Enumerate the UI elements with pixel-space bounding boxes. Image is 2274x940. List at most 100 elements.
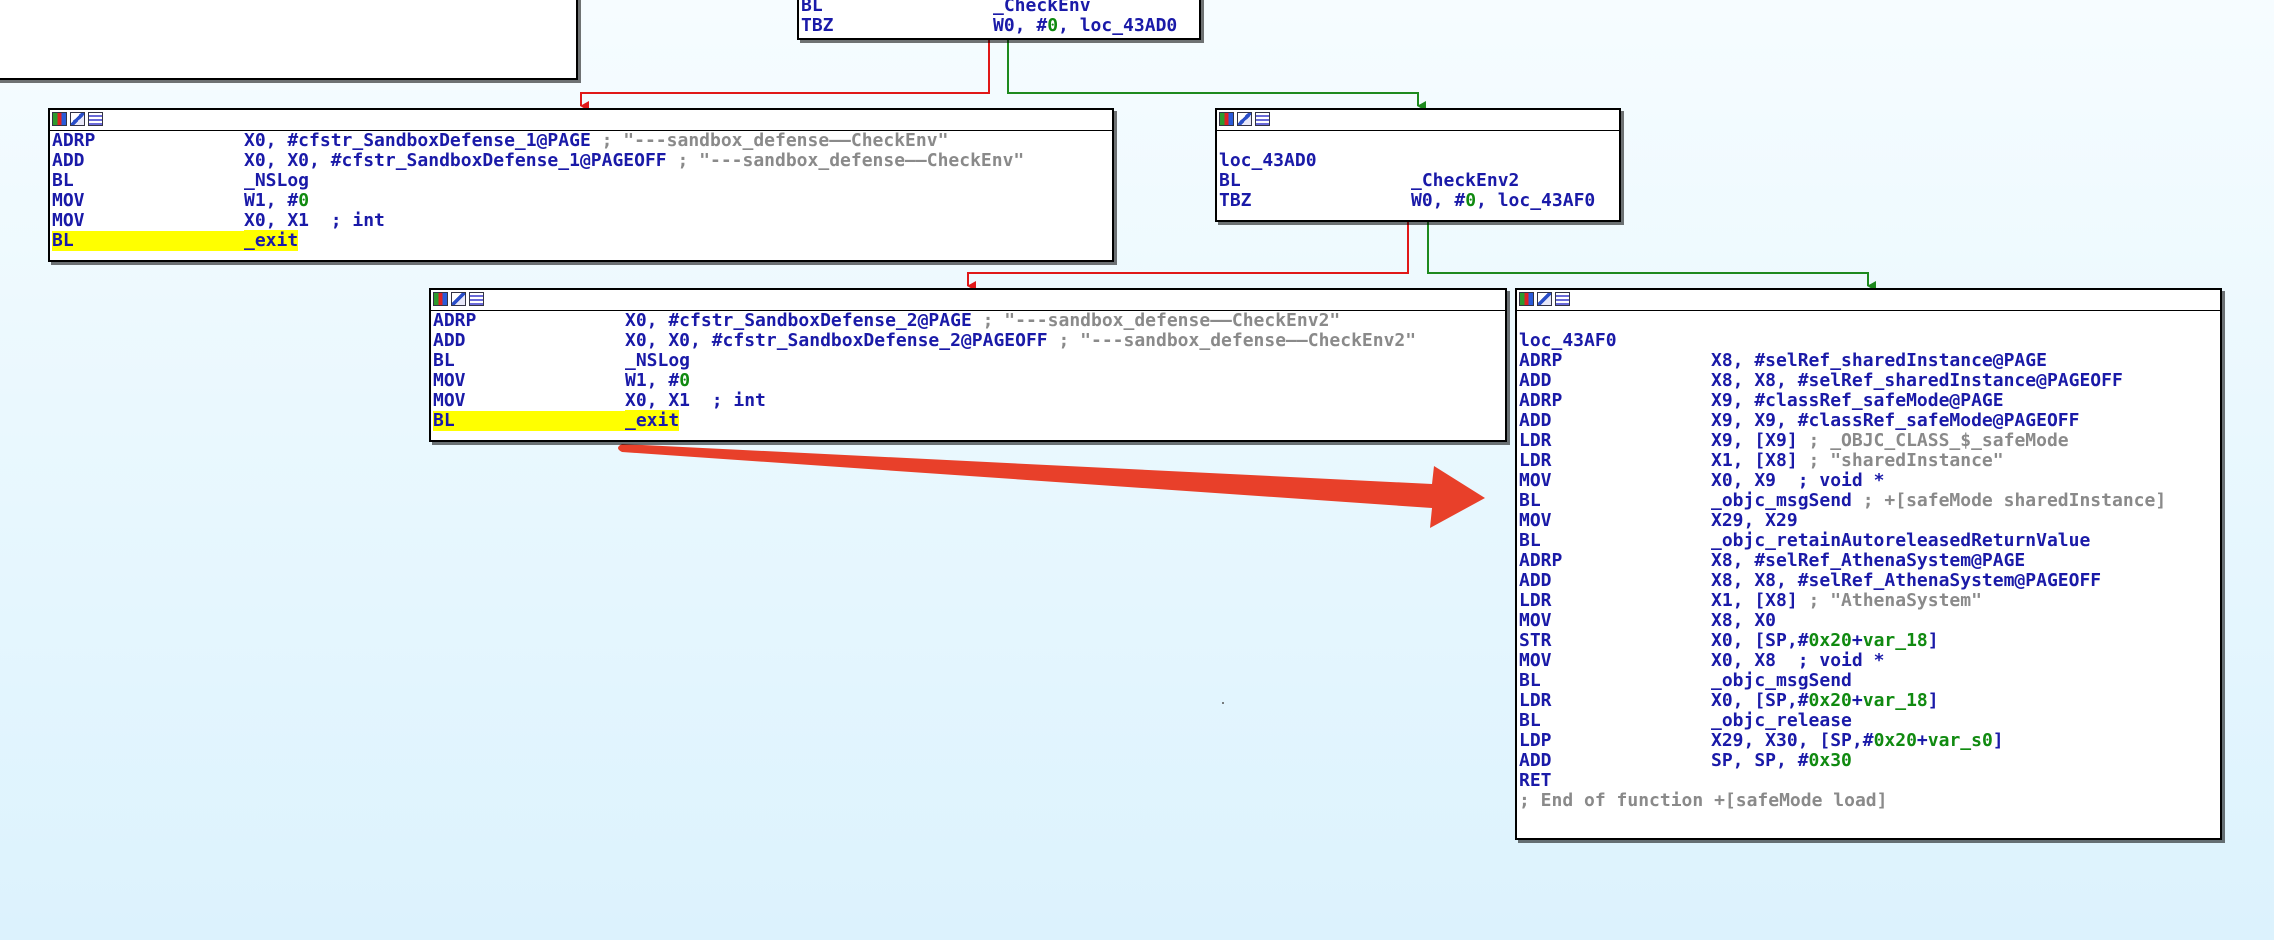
function-end-comment: ; End of function +[safeMode load] xyxy=(1519,790,1888,811)
asm-line[interactable]: ADD X0, X0, #cfstr_SandboxDefense_2@PAGEO… xyxy=(433,331,1503,351)
asm-line[interactable]: LDR X9, [X9] ; _OBJC_CLASS_$_safeMode xyxy=(1519,431,2218,451)
asm-operands[interactable]: W1, #0 xyxy=(625,370,690,391)
asm-operands[interactable]: _CheckEnv2 xyxy=(1411,170,1519,191)
asm-operands[interactable]: W1, #0 xyxy=(244,190,309,211)
asm-operands[interactable]: SP, SP, #0x30 xyxy=(1711,750,1852,771)
asm-operands[interactable]: X1, [X8] xyxy=(1711,450,1798,471)
asm-operands[interactable]: _objc_msgSend xyxy=(1711,670,1852,691)
asm-line[interactable]: BL _CheckEnv2 xyxy=(1219,171,1617,191)
asm-operands[interactable]: X0, X1 xyxy=(625,390,690,411)
asm-line[interactable]: LDR X1, [X8] ; "AthenaSystem" xyxy=(1519,591,2218,611)
asm-line[interactable]: BL _objc_retainAutoreleasedReturnValue xyxy=(1519,531,2218,551)
asm-line[interactable]: BL _NSLog xyxy=(433,351,1503,371)
asm-operands[interactable]: X0, #cfstr_SandboxDefense_2@PAGE xyxy=(625,310,972,331)
asm-operands[interactable]: X0, X0, #cfstr_SandboxDefense_1@PAGEOFF xyxy=(244,150,667,171)
edit-node-icon[interactable] xyxy=(1237,112,1252,126)
asm-operands[interactable]: X0, X9 xyxy=(1711,470,1776,491)
xrefs-icon[interactable] xyxy=(1255,112,1270,126)
node-loc-43ad0[interactable]: loc_43AD0 BL _CheckEnv2 TBZ W0, #0, loc_43A… xyxy=(1215,108,1621,222)
asm-line[interactable]: TBZ W0, #0, loc_43AD0 xyxy=(801,16,1197,36)
asm-operands[interactable]: X29, X30, [SP,#0x20+var_s0] xyxy=(1711,730,2004,751)
asm-operands[interactable]: _exit xyxy=(625,410,680,431)
asm-operands[interactable]: X8, #selRef_AthenaSystem@PAGE xyxy=(1711,550,2025,571)
asm-line[interactable]: BL _NSLog xyxy=(52,171,1110,191)
asm-operands[interactable]: X1, [X8] xyxy=(1711,590,1798,611)
edit-node-icon[interactable] xyxy=(451,292,466,306)
xrefs-icon[interactable] xyxy=(88,112,103,126)
asm-line[interactable]: STR X0, [SP,#0x20+var_18] xyxy=(1519,631,2218,651)
edge-true-checkenv2 xyxy=(1427,220,1876,291)
asm-operands[interactable]: X8, X8, #selRef_AthenaSystem@PAGEOFF xyxy=(1711,570,2101,591)
asm-line[interactable]: ADRP X9, #classRef_safeMode@PAGE xyxy=(1519,391,2218,411)
asm-operands[interactable]: X0, X1 xyxy=(244,210,309,231)
asm-line[interactable]: ADD X8, X8, #selRef_sharedInstance@PAGEOF… xyxy=(1519,371,2218,391)
asm-operands[interactable]: X0, #cfstr_SandboxDefense_1@PAGE xyxy=(244,130,591,151)
graph-overview-icon[interactable] xyxy=(52,112,67,126)
asm-line[interactable]: RET xyxy=(1519,771,2218,791)
edit-node-icon[interactable] xyxy=(70,112,85,126)
asm-operands[interactable]: _NSLog xyxy=(625,350,690,371)
asm-operands[interactable]: X9, X9, #classRef_safeMode@PAGEOFF xyxy=(1711,410,2079,431)
asm-line[interactable]: LDR X0, [SP,#0x20+var_18] xyxy=(1519,691,2218,711)
asm-line[interactable]: ADD X9, X9, #classRef_safeMode@PAGEOFF xyxy=(1519,411,2218,431)
asm-line[interactable]: MOV X29, X29 xyxy=(1519,511,2218,531)
node-header xyxy=(50,110,1112,131)
graph-overview-icon[interactable] xyxy=(1519,292,1534,306)
location-label[interactable]: loc_43AF0 xyxy=(1519,331,2218,351)
asm-line[interactable]: MOV X0, X1 ; int xyxy=(433,391,1503,411)
asm-line[interactable]: ADD SP, SP, #0x30 xyxy=(1519,751,2218,771)
asm-line[interactable]: ADRP X0, #cfstr_SandboxDefense_1@PAGE ; "… xyxy=(52,131,1110,151)
asm-line[interactable]: BL _objc_release xyxy=(1519,711,2218,731)
asm-mnemonic: ADRP xyxy=(433,310,477,331)
asm-line[interactable]: TBZ W0, #0, loc_43AF0 xyxy=(1219,191,1617,211)
node-code: ADRP X0, #cfstr_SandboxDefense_1@PAGE ; "… xyxy=(50,131,1112,251)
asm-operands[interactable]: W0, #0, loc_43AF0 xyxy=(1411,190,1595,211)
asm-operands[interactable]: X0, X8 xyxy=(1711,650,1776,671)
asm-line[interactable]: BL _objc_msgSend ; +[safeMode sharedInsta… xyxy=(1519,491,2218,511)
node-checkenv-call[interactable]: BL _CheckEnv TBZ W0, #0, loc_43AD0 xyxy=(797,0,1201,40)
asm-line[interactable]: ADD X8, X8, #selRef_AthenaSystem@PAGEOFF xyxy=(1519,571,2218,591)
asm-line[interactable]: ADRP X0, #cfstr_SandboxDefense_2@PAGE ; "… xyxy=(433,311,1503,331)
asm-operands[interactable]: _exit xyxy=(244,230,299,251)
asm-line[interactable]: ADD X0, X0, #cfstr_SandboxDefense_1@PAGEO… xyxy=(52,151,1110,171)
node-partial-left[interactable] xyxy=(0,0,578,80)
asm-operands[interactable]: X8, X0 xyxy=(1711,610,1776,631)
asm-line[interactable]: BL _objc_msgSend xyxy=(1519,671,2218,691)
asm-operands[interactable]: _objc_retainAutoreleasedReturnValue xyxy=(1711,530,2090,551)
node-checkenv2-fail[interactable]: ADRP X0, #cfstr_SandboxDefense_2@PAGE ; "… xyxy=(429,288,1507,442)
asm-operands[interactable]: X8, X8, #selRef_sharedInstance@PAGEOFF xyxy=(1711,370,2123,391)
asm-line[interactable]: MOV X0, X9 ; void * xyxy=(1519,471,2218,491)
asm-line[interactable]: MOV W1, #0 xyxy=(52,191,1110,211)
location-label[interactable]: loc_43AD0 xyxy=(1219,151,1617,171)
asm-line[interactable]: LDP X29, X30, [SP,#0x20+var_s0] xyxy=(1519,731,2218,751)
asm-line[interactable]: MOV X0, X8 ; void * xyxy=(1519,651,2218,671)
asm-line[interactable]: MOV X0, X1 ; int xyxy=(52,211,1110,231)
node-checkenv-fail[interactable]: ADRP X0, #cfstr_SandboxDefense_1@PAGE ; "… xyxy=(48,108,1114,262)
asm-line[interactable]: LDR X1, [X8] ; "sharedInstance" xyxy=(1519,451,2218,471)
node-loc-43af0[interactable]: loc_43AF0 ADRP X8, #selRef_sharedInstance… xyxy=(1515,288,2222,840)
edit-node-icon[interactable] xyxy=(1537,292,1552,306)
asm-operands[interactable]: _NSLog xyxy=(244,170,309,191)
asm-line[interactable]: ADRP X8, #selRef_AthenaSystem@PAGE xyxy=(1519,551,2218,571)
xrefs-icon[interactable] xyxy=(1555,292,1570,306)
asm-operands[interactable]: X0, [SP,#0x20+var_18] xyxy=(1711,690,1939,711)
asm-operands[interactable]: W0, #0, loc_43AD0 xyxy=(993,15,1177,36)
asm-operands[interactable]: X0, [SP,#0x20+var_18] xyxy=(1711,630,1939,651)
graph-overview-icon[interactable] xyxy=(1219,112,1234,126)
graph-overview-icon[interactable] xyxy=(433,292,448,306)
xrefs-icon[interactable] xyxy=(469,292,484,306)
asm-line[interactable]: ADRP X8, #selRef_sharedInstance@PAGE xyxy=(1519,351,2218,371)
asm-operands[interactable]: _objc_release xyxy=(1711,710,1852,731)
asm-operands[interactable]: _objc_msgSend xyxy=(1711,490,1852,511)
asm-line[interactable]: BL _exit xyxy=(52,230,1110,251)
asm-operands[interactable]: _CheckEnv xyxy=(993,0,1091,16)
asm-operands[interactable]: X9, [X9] xyxy=(1711,430,1798,451)
asm-line[interactable]: BL _exit xyxy=(433,410,1503,431)
asm-operands[interactable]: X0, X0, #cfstr_SandboxDefense_2@PAGEOFF xyxy=(625,330,1048,351)
asm-line[interactable]: MOV X8, X0 xyxy=(1519,611,2218,631)
asm-line[interactable]: BL _CheckEnv xyxy=(801,0,1197,16)
asm-line[interactable]: MOV W1, #0 xyxy=(433,371,1503,391)
asm-operands[interactable]: X9, #classRef_safeMode@PAGE xyxy=(1711,390,2004,411)
asm-operands[interactable]: X29, X29 xyxy=(1711,510,1798,531)
asm-operands[interactable]: X8, #selRef_sharedInstance@PAGE xyxy=(1711,350,2047,371)
